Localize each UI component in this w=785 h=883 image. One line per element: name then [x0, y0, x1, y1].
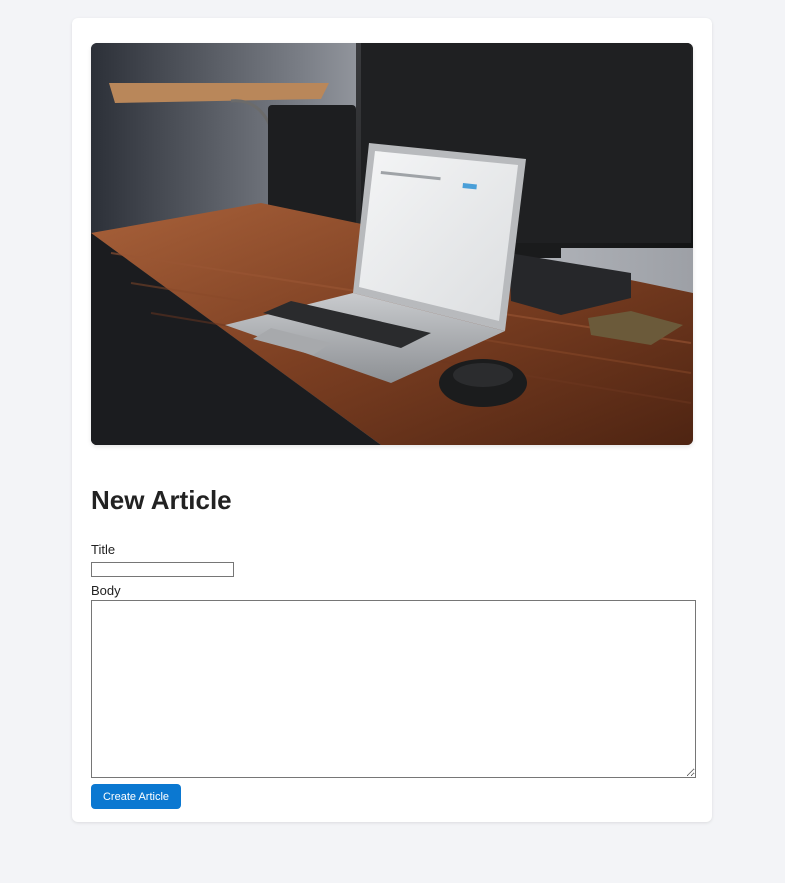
article-form-card: New Article Title Body Create Article [72, 18, 712, 822]
title-input[interactable] [91, 562, 234, 577]
laptop-on-desk-photo [91, 43, 693, 445]
hero-image [91, 43, 693, 445]
body-label: Body [91, 583, 121, 598]
page-title: New Article [91, 485, 232, 515]
body-textarea[interactable] [91, 600, 696, 778]
create-article-button[interactable]: Create Article [91, 784, 181, 809]
title-label: Title [91, 542, 116, 557]
